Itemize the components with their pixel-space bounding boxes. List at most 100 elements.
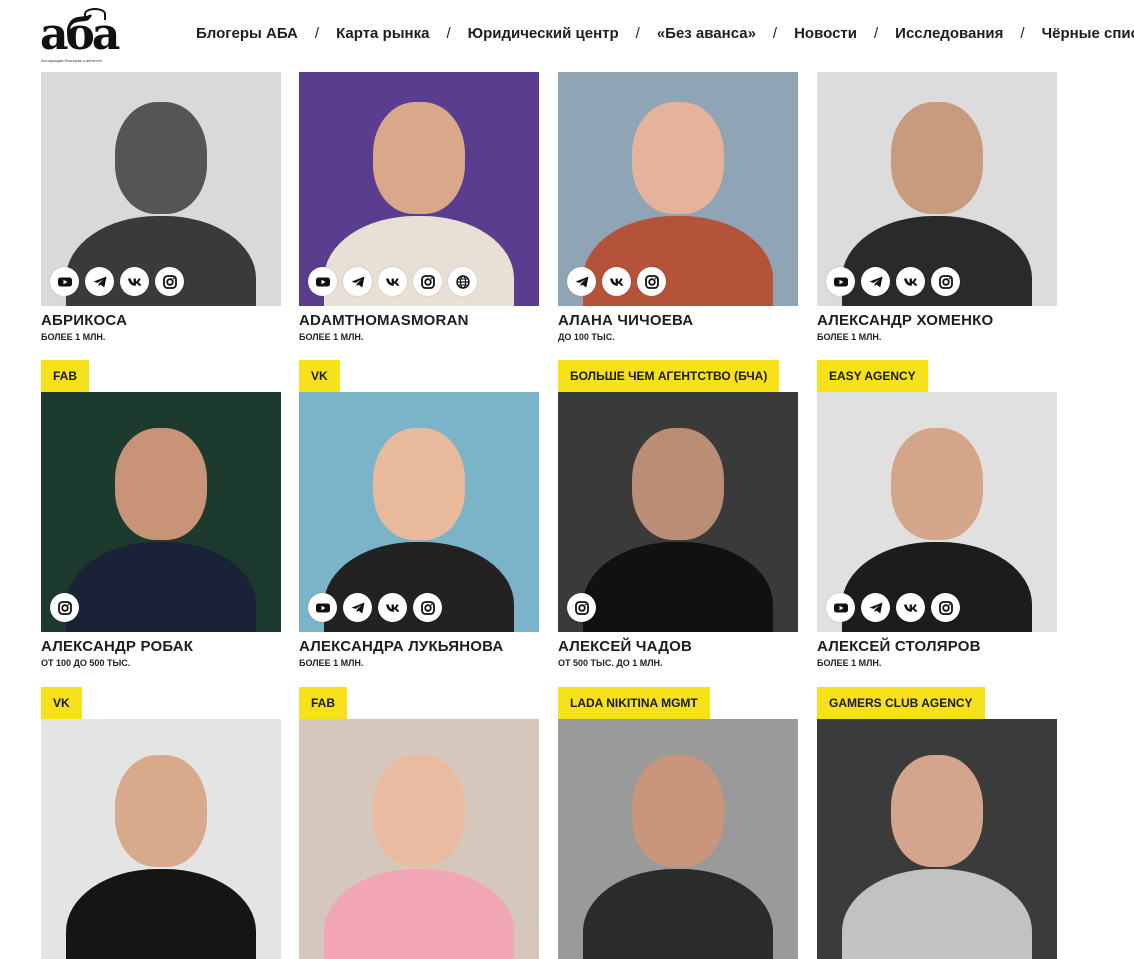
audience-size: От 100 до 500 тыс. [41, 658, 131, 668]
nav-item[interactable]: «Без аванса» [657, 25, 756, 42]
photo-figure-head [115, 428, 207, 540]
nav-separator: / [635, 25, 640, 42]
agency-tag[interactable]: Easy Agency [817, 360, 928, 393]
blogger-photo[interactable] [558, 66, 798, 306]
globe-icon[interactable] [448, 267, 477, 296]
social-links [826, 267, 966, 296]
blogger-photo[interactable] [41, 66, 281, 306]
blogger-name[interactable]: Александра Лукьянова [299, 638, 503, 655]
agency-tag[interactable]: VK [299, 360, 340, 393]
blogger-name[interactable]: Александр Хоменко [817, 312, 993, 329]
agency-tag[interactable]: Больше Чем Агентство (БЧА) [558, 360, 780, 393]
blogger-photo[interactable] [299, 392, 539, 632]
photo-figure-head [891, 755, 983, 867]
audience-size: Более 1 млн. [299, 658, 364, 668]
blogger-name[interactable]: Александр Робак [41, 638, 193, 655]
blogger-photo[interactable] [41, 392, 281, 632]
audience-size: Более 1 млн. [299, 332, 364, 342]
blogger-photo[interactable] [817, 392, 1057, 632]
telegram-icon[interactable] [85, 267, 114, 296]
instagram-icon[interactable] [567, 593, 596, 622]
photo-figure-head [373, 755, 465, 867]
nav-item[interactable]: Блогеры АБА [196, 25, 298, 42]
agency-tag[interactable]: FAB [41, 360, 89, 393]
vk-icon[interactable] [896, 593, 925, 622]
blogger-name[interactable]: adamthomasmoran [299, 312, 469, 329]
photo-figure-head [891, 102, 983, 214]
blogger-name[interactable]: Алана Чичоева [558, 312, 693, 329]
instagram-icon[interactable] [155, 267, 184, 296]
instagram-icon[interactable] [931, 267, 960, 296]
youtube-icon[interactable] [50, 267, 79, 296]
blogger-photo[interactable] [299, 66, 539, 306]
main-nav: Блогеры АБА / Карта рынка / Юридический цент… [196, 25, 1134, 42]
logo-text: аба [40, 9, 120, 60]
vk-icon[interactable] [120, 267, 149, 296]
instagram-icon[interactable] [50, 593, 79, 622]
youtube-icon[interactable] [308, 593, 337, 622]
vk-icon[interactable] [378, 593, 407, 622]
photo-figure-head [115, 755, 207, 867]
blogger-name[interactable]: Алексей Столяров [817, 638, 981, 655]
telegram-icon[interactable] [861, 267, 890, 296]
social-links [826, 593, 966, 622]
nav-separator: / [314, 25, 320, 42]
telegram-icon[interactable] [343, 593, 372, 622]
instagram-icon[interactable] [931, 593, 960, 622]
nav-separator: / [446, 25, 451, 42]
blogger-photo[interactable] [817, 719, 1057, 959]
nav-item[interactable]: Карта рынка [336, 25, 429, 42]
blogger-photo[interactable] [817, 66, 1057, 306]
nav-separator: / [874, 25, 879, 42]
audience-size: От 500 тыс. до 1 млн. [558, 658, 663, 668]
telegram-icon[interactable] [343, 267, 372, 296]
photo-figure-head [373, 102, 465, 214]
agency-tag[interactable]: Gamers Club Agency [817, 687, 985, 720]
vk-icon[interactable] [602, 267, 631, 296]
social-links [567, 267, 672, 296]
blogger-photo[interactable] [558, 392, 798, 632]
nav-item[interactable]: Исследования [895, 25, 1003, 42]
youtube-icon[interactable] [308, 267, 337, 296]
aba-logo[interactable]: аба Ассоциация блогеров и агентств [40, 6, 120, 66]
telegram-icon[interactable] [567, 267, 596, 296]
telegram-icon[interactable] [861, 593, 890, 622]
photo-figure-head [891, 428, 983, 540]
social-links [308, 593, 448, 622]
audience-size: Более 1 млн. [41, 332, 106, 342]
audience-size: До 100 тыс. [558, 332, 615, 342]
nav-item[interactable]: Юридический центр [468, 25, 619, 42]
agency-tag[interactable]: VK [41, 687, 82, 720]
photo-figure-head [632, 102, 724, 214]
agency-tag[interactable]: Lada Nikitina MGMT [558, 687, 710, 720]
social-links [308, 267, 483, 296]
photo-figure-head [115, 102, 207, 214]
blogger-photo[interactable] [558, 719, 798, 959]
audience-size: Более 1 млн. [817, 332, 882, 342]
youtube-icon[interactable] [826, 267, 855, 296]
instagram-icon[interactable] [637, 267, 666, 296]
vk-icon[interactable] [378, 267, 407, 296]
nav-separator: / [772, 25, 778, 42]
logo-subtitle: Ассоциация блогеров и агентств [41, 58, 102, 63]
social-links [50, 267, 190, 296]
nav-separator: / [1020, 25, 1025, 42]
agency-tag[interactable]: FAB [299, 687, 347, 720]
blogger-name[interactable]: Алексей Чадов [558, 638, 692, 655]
photo-figure-head [373, 428, 465, 540]
blogger-photo[interactable] [299, 719, 539, 959]
blogger-name[interactable]: Абрикоса [41, 312, 127, 329]
site-header: аба Ассоциация блогеров и агентств Блоге… [0, 0, 1134, 72]
photo-figure-head [632, 755, 724, 867]
photo-figure-head [632, 428, 724, 540]
social-links [567, 593, 602, 622]
blogger-photo[interactable] [41, 719, 281, 959]
youtube-icon[interactable] [826, 593, 855, 622]
nav-item[interactable]: Новости [794, 25, 857, 42]
instagram-icon[interactable] [413, 593, 442, 622]
vk-icon[interactable] [896, 267, 925, 296]
nav-item[interactable]: Чёрные спис [1042, 25, 1134, 42]
instagram-icon[interactable] [413, 267, 442, 296]
audience-size: Более 1 млн. [817, 658, 882, 668]
social-links [50, 593, 85, 622]
